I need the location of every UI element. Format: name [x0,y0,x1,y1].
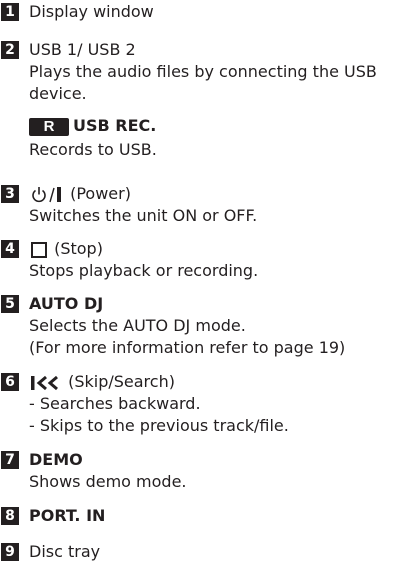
item-title: PORT. IN [29,506,106,525]
item-title-row: (Stop) [29,238,103,260]
item-title: DEMO [29,450,83,469]
item-title: Disc tray [29,542,101,561]
item-number-badge: 6 [1,373,19,391]
item-number-badge: 1 [1,3,19,21]
usb-rec-title: USB REC. [73,116,157,135]
skip-back-icon [31,375,58,390]
power-icon [32,186,61,202]
item-title: Display window [29,2,154,21]
item-title-row: (Skip/Search) [29,371,175,393]
item-description: Shows demo mode. [29,472,187,491]
item-title: (Skip/Search) [68,372,175,391]
item-title: AUTO DJ [29,294,104,313]
item-description: Plays the audio files by connecting the … [29,62,377,81]
item-description-continued: device. [29,84,87,103]
stop-icon [31,241,47,258]
rec-badge-icon: R [29,117,69,136]
item-number-badge: 8 [1,507,19,525]
item-description: Stops playback or recording. [29,261,259,280]
item-title: USB 1/ USB 2 [29,40,136,59]
item-number-badge: 3 [1,185,19,203]
usb-rec-description: Records to USB. [29,140,157,159]
item-description-continued: - Skips to the previous track/file. [29,416,289,435]
item-description: Selects the AUTO DJ mode. [29,316,246,335]
item-number-badge: 2 [1,41,19,59]
item-number-badge: 9 [1,543,19,561]
item-title: (Power) [70,184,131,203]
item-number-badge: 5 [1,295,19,313]
item-number-badge: 4 [1,240,19,258]
item-title-row: (Power) [29,183,131,205]
item-title: (Stop) [54,239,103,258]
item-description-continued: (For more information refer to page 19) [29,338,346,357]
item-description: - Searches backward. [29,394,201,413]
item-number-badge: 7 [1,451,19,469]
usb-rec-heading: R USB REC. [29,115,156,137]
item-description: Switches the unit ON or OFF. [29,206,258,225]
